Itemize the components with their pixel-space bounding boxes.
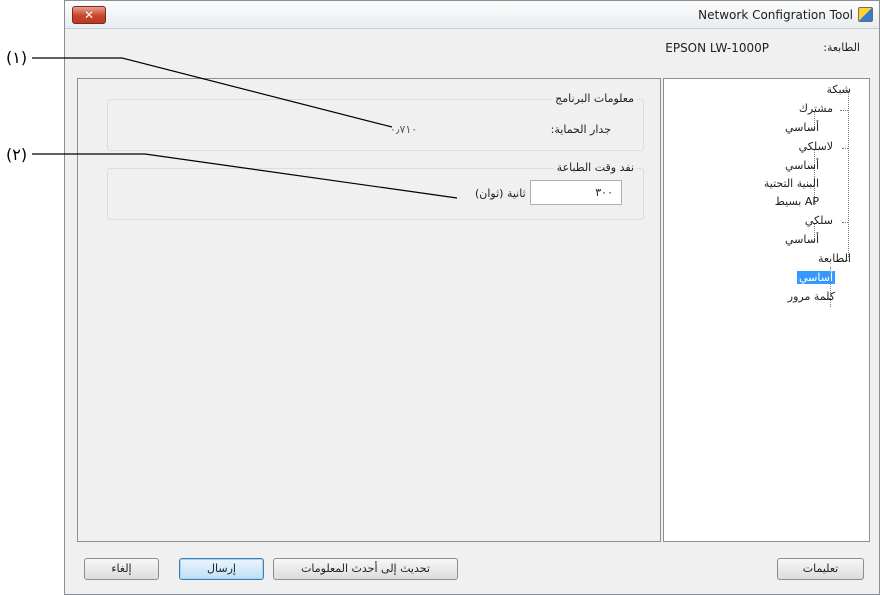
callout-lines (32, 57, 458, 199)
callout-line-1 (32, 57, 393, 128)
callout-line-2 (32, 153, 458, 199)
